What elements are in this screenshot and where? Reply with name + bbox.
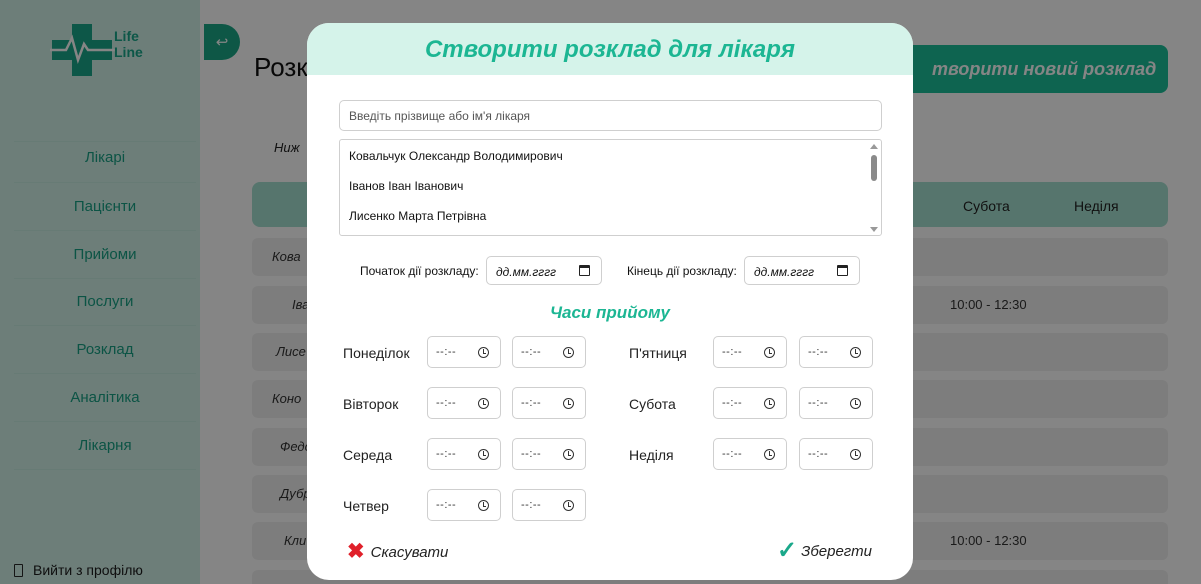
day-label-tuesday: Вівторок bbox=[343, 396, 399, 412]
list-item[interactable]: Ковальчук Олександр Володимирович bbox=[349, 149, 563, 163]
end-date-value: дд.мм.гггг bbox=[754, 265, 815, 279]
scroll-up-arrow-icon[interactable] bbox=[870, 144, 878, 149]
start-date-input[interactable]: дд.мм.гггг bbox=[486, 256, 602, 285]
clock-icon bbox=[478, 449, 489, 460]
modal-header: Створити розклад для лікаря bbox=[307, 23, 913, 75]
tuesday-end-time[interactable]: --:-- bbox=[512, 387, 586, 419]
clock-icon bbox=[764, 449, 775, 460]
start-date-value: дд.мм.гггг bbox=[496, 265, 557, 279]
cancel-label: Скасувати bbox=[370, 543, 449, 561]
clock-icon bbox=[764, 347, 775, 358]
saturday-end-time[interactable]: --:-- bbox=[799, 387, 873, 419]
clock-icon bbox=[563, 449, 574, 460]
cancel-button[interactable]: ✖ Скасувати bbox=[347, 540, 449, 563]
friday-end-time[interactable]: --:-- bbox=[799, 336, 873, 368]
clock-icon bbox=[563, 500, 574, 511]
calendar-icon[interactable] bbox=[579, 265, 590, 276]
start-date-label: Початок дії розкладу: bbox=[360, 264, 479, 278]
sunday-end-time[interactable]: --:-- bbox=[799, 438, 873, 470]
clock-icon bbox=[563, 347, 574, 358]
doctor-search-input[interactable] bbox=[339, 100, 882, 131]
clock-icon bbox=[850, 398, 861, 409]
clock-icon bbox=[850, 449, 861, 460]
monday-end-time[interactable]: --:-- bbox=[512, 336, 586, 368]
create-schedule-modal: Створити розклад для лікаря Ковальчук Ол… bbox=[307, 23, 913, 580]
day-label-sunday: Неділя bbox=[629, 447, 674, 463]
x-icon: ✖ bbox=[347, 540, 365, 563]
day-label-wednesday: Середа bbox=[343, 447, 393, 463]
thursday-end-time[interactable]: --:-- bbox=[512, 489, 586, 521]
reception-hours-title: Часи прийому bbox=[549, 303, 670, 322]
clock-icon bbox=[478, 500, 489, 511]
list-item[interactable]: Лисенко Марта Петрівна bbox=[349, 209, 486, 223]
doctor-listbox[interactable]: Ковальчук Олександр Володимирович Іванов… bbox=[339, 139, 882, 236]
day-label-saturday: Субота bbox=[629, 396, 676, 412]
friday-start-time[interactable]: --:-- bbox=[713, 336, 787, 368]
save-button[interactable]: ✓ Зберегти bbox=[777, 537, 873, 564]
clock-icon bbox=[764, 398, 775, 409]
tuesday-start-time[interactable]: --:-- bbox=[427, 387, 501, 419]
modal-title: Створити розклад для лікаря bbox=[424, 36, 796, 63]
day-label-friday: П'ятниця bbox=[629, 345, 687, 361]
clock-icon bbox=[478, 347, 489, 358]
monday-start-time[interactable]: --:-- bbox=[427, 336, 501, 368]
scroll-down-arrow-icon[interactable] bbox=[870, 227, 878, 232]
clock-icon bbox=[478, 398, 489, 409]
checkmark-icon: ✓ bbox=[777, 537, 798, 564]
sunday-start-time[interactable]: --:-- bbox=[713, 438, 787, 470]
wednesday-start-time[interactable]: --:-- bbox=[427, 438, 501, 470]
clock-icon bbox=[850, 347, 861, 358]
end-date-label: Кінець дії розкладу: bbox=[627, 264, 737, 278]
wednesday-end-time[interactable]: --:-- bbox=[512, 438, 586, 470]
end-date-input[interactable]: дд.мм.гггг bbox=[744, 256, 860, 285]
listbox-scrollbar[interactable] bbox=[868, 141, 880, 234]
day-label-monday: Понеділок bbox=[343, 345, 410, 361]
list-item[interactable]: Іванов Іван Іванович bbox=[349, 179, 463, 193]
save-label: Зберегти bbox=[801, 542, 873, 560]
calendar-icon[interactable] bbox=[837, 265, 848, 276]
thursday-start-time[interactable]: --:-- bbox=[427, 489, 501, 521]
scroll-thumb[interactable] bbox=[871, 155, 877, 181]
day-label-thursday: Четвер bbox=[343, 498, 389, 514]
clock-icon bbox=[563, 398, 574, 409]
saturday-start-time[interactable]: --:-- bbox=[713, 387, 787, 419]
